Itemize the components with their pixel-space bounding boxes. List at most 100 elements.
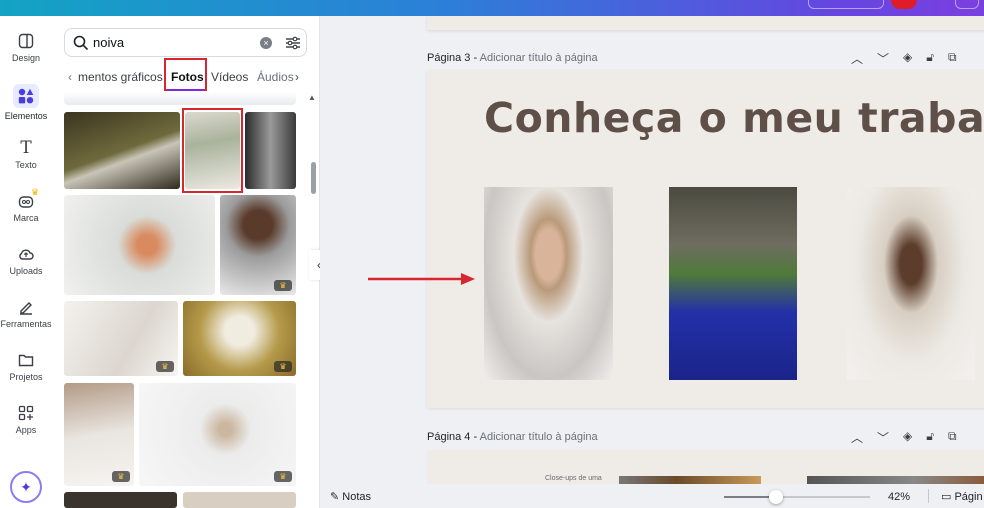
page-heading[interactable]: Conheça o meu trabalho xyxy=(484,94,984,142)
hide-icon[interactable]: ◈ xyxy=(903,50,912,67)
pages-button[interactable]: ▭ Págin xyxy=(941,490,983,503)
red-arrow xyxy=(368,273,475,285)
chevron-up-icon[interactable]: ︿ xyxy=(851,50,863,67)
page-3-tools: ︿ ﹀ ◈ 🔓︎ ⧉ xyxy=(851,50,957,67)
separator: - xyxy=(470,431,480,443)
premium-crown-icon: ♛ xyxy=(274,471,292,482)
page-3[interactable]: Conheça o meu trabalho xyxy=(427,70,984,408)
layout-icon xyxy=(18,33,34,49)
photo-result[interactable]: ♛ xyxy=(64,383,134,486)
search-box[interactable]: × xyxy=(64,28,307,57)
hide-icon[interactable]: ◈ xyxy=(903,429,912,446)
page-4[interactable]: Close-ups de uma xyxy=(427,450,984,484)
folder-icon xyxy=(18,354,34,367)
zoom-slider[interactable] xyxy=(724,490,870,504)
rail-item-texto[interactable]: T Texto xyxy=(0,138,52,171)
photo[interactable] xyxy=(807,476,984,484)
crown-icon: ♛ xyxy=(31,187,40,197)
page-4-tools: ︿ ﹀ ◈ 🔓︎ ⧉ xyxy=(851,429,957,446)
top-toolbar xyxy=(0,0,984,16)
active-tab-indicator xyxy=(168,89,204,91)
photo-result[interactable]: ♛ xyxy=(183,301,296,376)
chevron-up-icon[interactable]: ︿ xyxy=(851,429,863,446)
highlight-box xyxy=(164,58,207,91)
duplicate-icon[interactable]: ⧉ xyxy=(948,429,957,446)
rail-item-ferramentas[interactable]: Ferramentas xyxy=(0,299,52,329)
photo-bride-back[interactable] xyxy=(847,187,975,380)
rail-label: Ferramentas xyxy=(0,319,52,329)
panel-scrollbar[interactable] xyxy=(311,162,316,194)
zoom-slider-thumb[interactable] xyxy=(769,490,783,504)
notes-icon: ✎ xyxy=(330,491,340,503)
divider xyxy=(928,489,929,503)
tab-audios[interactable]: Áudios xyxy=(257,70,294,84)
lock-icon[interactable]: 🔓︎ xyxy=(926,429,934,446)
zoom-percentage[interactable]: 42% xyxy=(888,491,910,503)
search-icon xyxy=(73,35,89,51)
canvas-area: Página 3 - Adicionar título à página ︿ ﹀ ◈… xyxy=(320,16,984,484)
photo-bride-portrait[interactable] xyxy=(484,187,613,380)
notes-label: Notas xyxy=(342,491,372,503)
chevron-down-icon[interactable]: ﹀ xyxy=(877,429,889,446)
rail-label: Projetos xyxy=(9,372,43,382)
duplicate-icon[interactable]: ⧉ xyxy=(948,50,957,67)
page-4-header: Página 4 - Adicionar título à página xyxy=(427,431,598,443)
rail-item-marca[interactable]: ♛ Marca xyxy=(0,187,52,223)
share-button[interactable] xyxy=(808,0,884,9)
page-3-header: Página 3 - Adicionar título à página xyxy=(427,52,598,64)
premium-crown-icon: ♛ xyxy=(112,471,130,482)
tabs-scroll-right-icon[interactable]: › xyxy=(295,70,299,84)
rail-label: Marca xyxy=(13,213,39,223)
rail-item-design[interactable]: Design xyxy=(0,33,52,63)
chevron-down-icon[interactable]: ﹀ xyxy=(877,50,889,67)
cloud-upload-icon xyxy=(19,249,34,260)
photo-result[interactable] xyxy=(64,492,177,508)
apps-icon xyxy=(18,405,34,421)
search-input[interactable] xyxy=(93,35,243,50)
photo-result[interactable]: ♛ xyxy=(220,195,296,295)
page-label: Página 3 xyxy=(427,52,471,64)
rail-item-projetos[interactable]: Projetos xyxy=(0,352,52,382)
sparkle-icon: ✦ xyxy=(20,479,32,495)
photo-result[interactable]: ♛ xyxy=(64,301,178,376)
tab-videos[interactable]: Vídeos xyxy=(211,70,248,84)
photo-quinceanera-dress[interactable] xyxy=(669,187,797,380)
tabs-scroll-left-icon[interactable]: ‹ xyxy=(68,70,72,84)
page-title-input[interactable]: Adicionar título à página xyxy=(480,431,598,443)
shapes-icon xyxy=(13,84,39,108)
clear-search-icon[interactable]: × xyxy=(260,37,272,49)
rail-item-elementos[interactable]: Elementos xyxy=(0,84,52,121)
photo-result[interactable] xyxy=(183,492,296,508)
highlight-box xyxy=(182,108,243,193)
photo-result[interactable] xyxy=(245,112,296,189)
photo[interactable] xyxy=(619,476,761,484)
avatar[interactable] xyxy=(891,0,917,9)
premium-crown-icon: ♛ xyxy=(274,361,292,372)
notes-button[interactable]: ✎ Notas xyxy=(330,490,371,503)
page-title-input[interactable]: Adicionar título à página xyxy=(480,52,598,64)
tab-elementos-graficos[interactable]: mentos gráficos xyxy=(78,70,163,84)
menu-button[interactable] xyxy=(955,0,979,9)
rail-label: Uploads xyxy=(9,266,43,276)
filter-icon[interactable] xyxy=(285,35,301,51)
rail-label: Elementos xyxy=(4,111,48,121)
rail-item-apps[interactable]: Apps xyxy=(0,405,52,435)
side-panel: × ‹ mentos gráficos Fotos Vídeos Áudios … xyxy=(52,16,320,508)
side-rail: Design Elementos T Texto ♛ Marca Uploads F… xyxy=(0,16,52,508)
page-2-bottom xyxy=(427,16,984,30)
rail-label: Texto xyxy=(15,160,37,170)
text-icon: T xyxy=(20,138,32,158)
photo-result[interactable]: ♛ xyxy=(139,383,296,486)
page-4-caption[interactable]: Close-ups de uma xyxy=(545,475,602,482)
photo-result[interactable] xyxy=(64,112,180,189)
rail-item-uploads[interactable]: Uploads xyxy=(0,246,52,276)
scroll-up-icon[interactable]: ▲ xyxy=(308,93,316,102)
pages-label: Págin xyxy=(954,491,983,503)
premium-crown-icon: ♛ xyxy=(156,361,174,372)
magic-assistant-button[interactable]: ✦ xyxy=(10,471,42,503)
results-top xyxy=(64,92,296,105)
pen-tool-icon xyxy=(20,302,32,315)
lock-icon[interactable]: 🔓︎ xyxy=(926,50,934,67)
photo-result[interactable] xyxy=(64,195,215,295)
rail-label: Apps xyxy=(15,425,37,435)
